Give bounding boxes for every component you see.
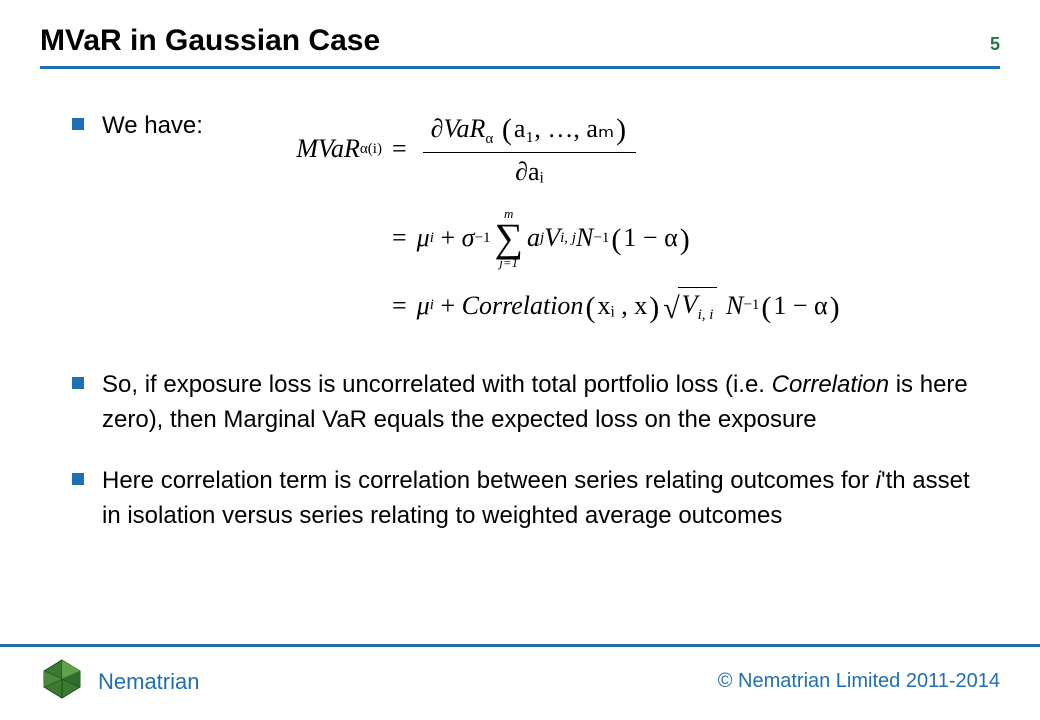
footer: Nematrian © Nematrian Limited 2011-2014 xyxy=(0,644,1040,720)
corr-args: xᵢ , x xyxy=(597,291,647,321)
sum-symbol-icon: ∑ xyxy=(494,220,523,256)
logo-icon xyxy=(40,657,84,706)
sigma-exp: −1 xyxy=(474,230,490,247)
paren-close: ) xyxy=(678,223,692,257)
fraction-bar xyxy=(423,152,636,153)
V-ii: V xyxy=(682,290,698,319)
paren-close: ) xyxy=(828,291,842,325)
summation: m ∑ j=1 xyxy=(494,207,523,269)
equation-line-1: MVaRα(i) = ∂VaRα (a₁, …, aₘ) ∂aᵢ xyxy=(262,109,980,189)
N-arg: 1 − α xyxy=(773,291,827,321)
page-number: 5 xyxy=(990,34,1000,55)
lhs-sup: (i) xyxy=(368,141,382,158)
math-block: MVaRα(i) = ∂VaRα (a₁, …, aₘ) ∂aᵢ xyxy=(252,109,980,342)
correlation-word: Correlation xyxy=(462,291,584,321)
N: N xyxy=(576,223,593,253)
slide-title: MVaR in Gaussian Case xyxy=(40,24,380,58)
bullet-icon xyxy=(72,473,84,485)
brand: Nematrian xyxy=(40,657,199,706)
num-args: a₁, …, aₘ xyxy=(514,114,614,143)
V-ij: V xyxy=(544,223,560,253)
N-arg: 1 − α xyxy=(623,223,677,253)
header: MVaR in Gaussian Case 5 xyxy=(0,0,1040,66)
paren-open: ( xyxy=(609,223,623,257)
brand-name: Nematrian xyxy=(98,669,199,695)
bullet-icon xyxy=(72,377,84,389)
fraction: ∂VaRα (a₁, …, aₘ) ∂aᵢ xyxy=(423,109,636,189)
bullet-2-text: So, if exposure loss is uncorrelated wit… xyxy=(102,368,980,438)
num-dvar-sub: α xyxy=(485,131,493,147)
equation-line-3: = μi + Correlation (xᵢ , x) √ Vi, i N−1 … xyxy=(262,287,980,324)
paren-close: ) xyxy=(614,113,628,146)
b3-part-a: Here correlation term is correlation bet… xyxy=(102,467,876,494)
sum-lower: j=1 xyxy=(499,256,518,269)
equals-sign: = xyxy=(382,134,417,164)
slide-body: We have: MVaRα(i) = ∂VaRα (a₁, …, aₘ) xyxy=(0,69,1040,534)
a-j: a xyxy=(527,223,540,253)
N-exp: −1 xyxy=(593,230,609,247)
paren-open: ( xyxy=(759,291,773,325)
bullet-1-text: We have: xyxy=(102,109,203,144)
fraction-denominator: ∂aᵢ xyxy=(507,155,552,189)
fraction-numerator: ∂VaRα (a₁, …, aₘ) xyxy=(423,109,636,150)
bullet-row-2: So, if exposure loss is uncorrelated wit… xyxy=(72,368,980,438)
num-dvar: ∂VaR xyxy=(431,114,486,143)
equals-sign: = xyxy=(382,223,417,253)
equation-line-2: = μi + σ−1 m ∑ j=1 aj Vi, j N−1 (1 − α) xyxy=(262,207,980,269)
plus-sign: + xyxy=(434,223,462,253)
paren-open: ( xyxy=(500,113,514,146)
mu: μ xyxy=(417,223,430,253)
N: N xyxy=(726,291,743,321)
paren-open: ( xyxy=(583,291,597,325)
N-exp: −1 xyxy=(743,297,759,314)
bullet-icon xyxy=(72,118,84,130)
plus-sign: + xyxy=(434,291,462,321)
mu: μ xyxy=(417,291,430,321)
b2-em: Correlation xyxy=(772,371,889,398)
eq-lhs: MVaRα(i) xyxy=(262,134,382,164)
lhs-symbol: MVaR xyxy=(296,134,360,164)
bullet-row-1: We have: MVaRα(i) = ∂VaRα (a₁, …, aₘ) xyxy=(72,109,980,342)
V-ij-sub: i, j xyxy=(560,230,576,247)
sqrt-body: Vi, i xyxy=(678,287,718,324)
bullet-row-3: Here correlation term is correlation bet… xyxy=(72,464,980,534)
V-ii-sub: i, i xyxy=(698,307,714,323)
slide: MVaR in Gaussian Case 5 We have: MVaRα(i… xyxy=(0,0,1040,720)
copyright: © Nematrian Limited 2011-2014 xyxy=(718,670,1000,693)
paren-close: ) xyxy=(647,291,661,325)
bullet-lead: We have: xyxy=(72,109,252,144)
sqrt: √ Vi, i xyxy=(663,287,717,324)
equals-sign: = xyxy=(382,291,417,321)
bullet-3-text: Here correlation term is correlation bet… xyxy=(102,464,980,534)
lhs-sub: α xyxy=(360,141,368,158)
b2-part-a: So, if exposure loss is uncorrelated wit… xyxy=(102,371,772,398)
sigma: σ xyxy=(462,223,475,253)
